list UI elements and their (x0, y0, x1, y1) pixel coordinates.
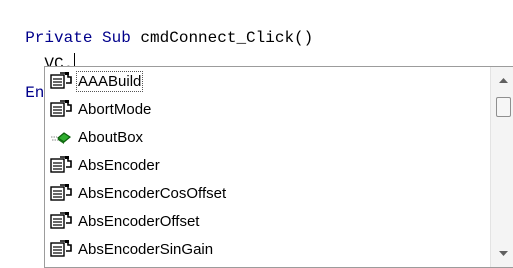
list-item[interactable]: AbsEncoder (45, 151, 490, 179)
item-label: AboutBox (78, 128, 144, 146)
list-item[interactable]: AbsEncoderOffset (45, 207, 490, 235)
autocomplete-popup[interactable]: AAABuild AbortMode AboutBox AbsEncoder A… (44, 66, 513, 268)
property-icon (50, 212, 72, 229)
item-label: AbsEncoder (78, 156, 160, 174)
property-icon (50, 156, 72, 173)
item-label: AbsEncoderCosOffset (78, 184, 227, 202)
list-item[interactable]: AbsEncoderSinGain (45, 235, 490, 263)
procedure-signature: cmdConnect_Click() (130, 29, 314, 47)
property-icon (50, 184, 72, 201)
list-item[interactable]: AbortMode (45, 95, 490, 123)
property-icon (50, 100, 72, 117)
item-label: AbortMode (78, 100, 152, 118)
list-item[interactable]: AboutBox (45, 123, 490, 151)
item-label: AbsEncoderSinGain (78, 240, 214, 258)
vertical-scrollbar[interactable] (490, 67, 513, 267)
method-icon (51, 132, 72, 144)
property-icon (50, 240, 72, 257)
item-label: AAABuild (75, 70, 144, 92)
arrow-up-icon (499, 78, 508, 83)
list-item[interactable]: AAABuild (45, 67, 490, 95)
arrow-down-icon (499, 251, 508, 256)
scroll-up-button[interactable] (491, 67, 513, 93)
property-icon (50, 72, 72, 89)
scroll-down-button[interactable] (491, 241, 513, 267)
autocomplete-list[interactable]: AAABuild AbortMode AboutBox AbsEncoder A… (45, 67, 490, 267)
scrollbar-thumb[interactable] (496, 97, 511, 117)
list-item[interactable]: AbsEncoderCosOffset (45, 179, 490, 207)
item-label: AbsEncoderOffset (78, 212, 200, 230)
